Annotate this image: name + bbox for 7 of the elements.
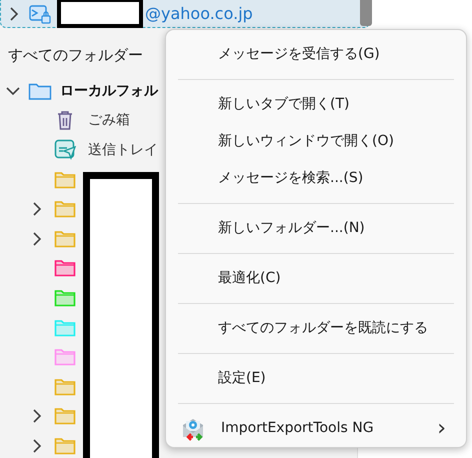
account-email: @yahoo.co.jp [145,4,253,23]
folder-label: ごみ箱 [88,111,130,130]
folder-label: ローカルフォル [60,82,158,100]
folder-label: 送信トレイ [88,140,158,159]
pane-header: すべてのフォルダー [8,46,143,66]
menu-item-label: ImportExportTools NG [221,419,375,438]
submenu-arrow: › [437,415,447,443]
